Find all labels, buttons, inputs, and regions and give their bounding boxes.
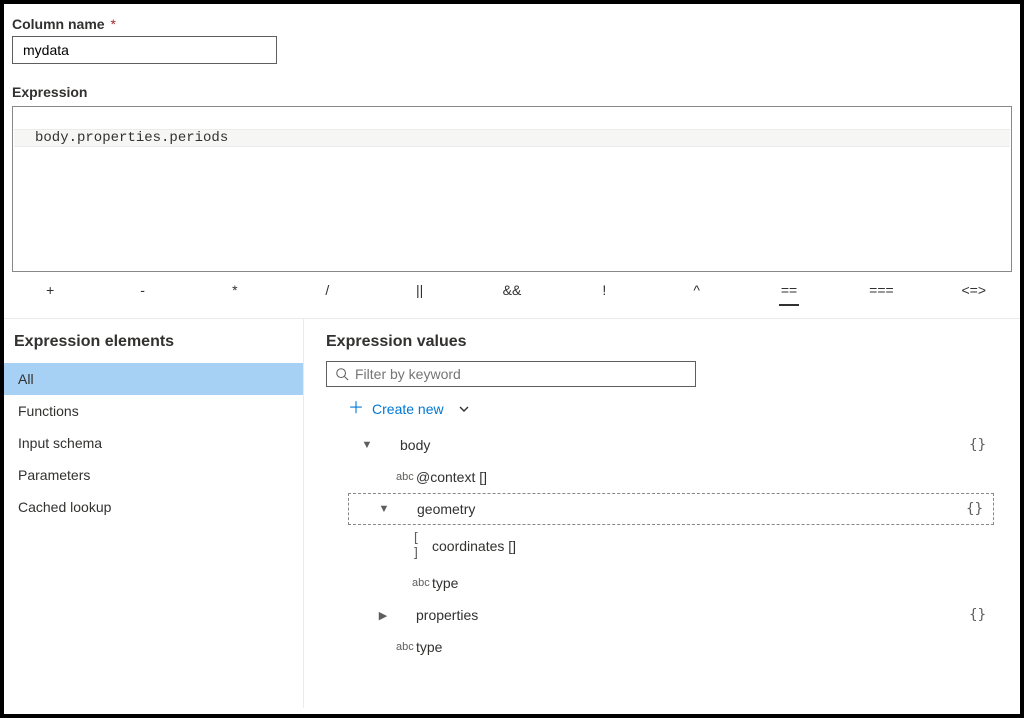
create-new-button[interactable]: ＋ Create new [326,387,996,429]
tree-node-label: type [432,575,986,591]
elements-category-list: All Functions Input schema Parameters Ca… [4,363,303,523]
tree-node-label: geometry [417,501,966,517]
expression-code: body.properties.periods [35,129,228,147]
operator-active-underline [779,304,799,306]
column-name-label: Column name [12,16,105,32]
tree-node-label: body [400,437,969,453]
tree-node-geometry[interactable]: ▼ geometry {} [348,493,994,525]
caret-right-icon: ▶ [376,609,390,622]
object-badge-icon: {} [969,607,986,623]
operator-eqeq[interactable]: === [835,282,927,306]
filter-input-wrapper[interactable] [326,361,696,387]
caret-down-icon: ▼ [360,439,374,451]
category-all[interactable]: All [4,363,303,395]
tree-node-label: properties [416,607,969,623]
filter-input[interactable] [355,366,687,382]
operator-caret[interactable]: ^ [651,282,743,306]
tree-node-context[interactable]: abc @context [] [348,461,996,493]
category-functions[interactable]: Functions [4,395,303,427]
search-icon [335,367,349,381]
object-badge-icon: {} [966,501,983,517]
tree-node-label: @context [] [416,469,986,485]
object-badge-icon: {} [969,437,986,453]
string-type-icon: abc [390,641,416,653]
chevron-down-icon [458,403,470,415]
category-parameters[interactable]: Parameters [4,459,303,491]
column-name-input[interactable] [12,36,277,64]
expression-editor[interactable]: body.properties.periods [12,106,1012,272]
operator-or[interactable]: || [373,282,465,306]
tree-node-coordinates[interactable]: [ ] coordinates [] [348,525,996,567]
tree-node-body[interactable]: ▼ body {} [348,429,996,461]
elements-heading: Expression elements [4,319,303,363]
tree-node-label: type [416,639,986,655]
operator-and[interactable]: && [466,282,558,306]
operator-plus[interactable]: + [4,282,96,306]
string-type-icon: abc [390,471,416,483]
operator-div[interactable]: / [281,282,373,306]
tree-node-properties[interactable]: ▶ properties {} [348,599,996,631]
tree-node-type[interactable]: abc type [348,631,996,663]
array-type-icon: [ ] [406,531,432,561]
operator-eq[interactable]: == [743,282,835,306]
operator-minus[interactable]: - [96,282,188,306]
plus-icon: ＋ [348,401,364,417]
operator-toolbar: + - * / || && ! ^ == === <=> [4,272,1020,318]
operator-mult[interactable]: * [189,282,281,306]
values-heading: Expression values [326,319,996,361]
expression-label: Expression [12,84,1012,100]
caret-down-icon: ▼ [377,503,391,515]
category-cached-lookup[interactable]: Cached lookup [4,491,303,523]
required-asterisk: * [110,16,115,32]
category-input-schema[interactable]: Input schema [4,427,303,459]
tree-node-geometry-type[interactable]: abc type [348,567,996,599]
create-new-label: Create new [372,401,444,417]
tree-node-label: coordinates [] [432,538,986,554]
string-type-icon: abc [406,577,432,589]
operator-not[interactable]: ! [558,282,650,306]
operator-cmp[interactable]: <=> [928,282,1020,306]
